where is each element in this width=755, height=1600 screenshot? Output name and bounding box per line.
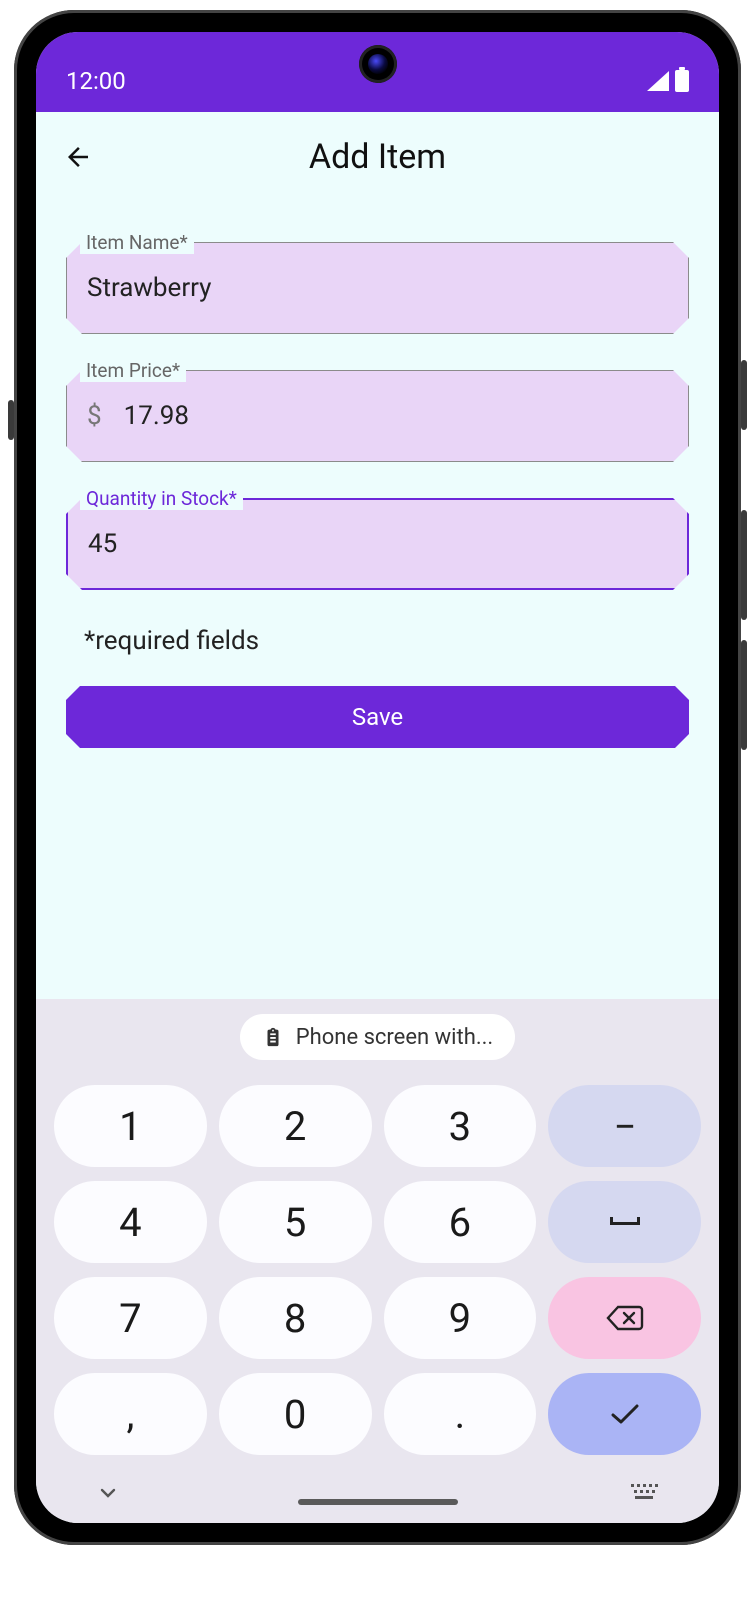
key-5[interactable]: 5: [219, 1181, 372, 1263]
key-6[interactable]: 6: [384, 1181, 537, 1263]
status-icons: [647, 70, 689, 92]
key-period[interactable]: .: [384, 1373, 537, 1455]
item-price-label: Item Price*: [80, 359, 186, 382]
key-8[interactable]: 8: [219, 1277, 372, 1359]
key-backspace[interactable]: [548, 1277, 701, 1359]
collapse-keyboard-icon[interactable]: [96, 1481, 120, 1505]
signal-icon: [647, 71, 669, 91]
item-name-input[interactable]: [87, 273, 668, 303]
space-icon: [608, 1211, 642, 1233]
volume-down-button: [741, 640, 747, 750]
app-bar: Add Item: [36, 112, 719, 202]
key-2[interactable]: 2: [219, 1085, 372, 1167]
key-0[interactable]: 0: [219, 1373, 372, 1455]
page-title: Add Item: [56, 137, 699, 177]
side-key: [8, 400, 14, 440]
item-name-field[interactable]: [66, 242, 689, 334]
item-price-field[interactable]: $: [66, 370, 689, 462]
quantity-field[interactable]: [66, 498, 689, 590]
numpad: 1 2 3 4 5 6 7 8 9: [36, 1075, 719, 1463]
quantity-field-wrap: Quantity in Stock*: [66, 498, 689, 590]
key-9[interactable]: 9: [384, 1277, 537, 1359]
key-comma[interactable]: ,: [54, 1373, 207, 1455]
key-7[interactable]: 7: [54, 1277, 207, 1359]
camera-notch: [359, 45, 397, 83]
item-price-input[interactable]: [124, 401, 668, 431]
key-space[interactable]: [548, 1181, 701, 1263]
key-enter[interactable]: [548, 1373, 701, 1455]
phone-frame: 12:00 Add Item Item Name*: [14, 10, 741, 1545]
key-3[interactable]: 3: [384, 1085, 537, 1167]
keyboard-switch-icon[interactable]: [629, 1482, 659, 1504]
quantity-label: Quantity in Stock*: [80, 487, 243, 510]
clipboard-icon: [262, 1024, 284, 1050]
backspace-icon: [606, 1304, 644, 1332]
item-price-field-wrap: Item Price* $: [66, 370, 689, 462]
battery-icon: [675, 70, 689, 92]
minus-icon: [611, 1112, 639, 1140]
item-name-field-wrap: Item Name*: [66, 242, 689, 334]
status-time: 12:00: [66, 67, 126, 95]
item-name-label: Item Name*: [80, 231, 194, 254]
key-minus[interactable]: [548, 1085, 701, 1167]
power-button: [741, 360, 747, 430]
currency-prefix: $: [87, 401, 102, 431]
keyboard-nav-row: [36, 1463, 719, 1523]
key-4[interactable]: 4: [54, 1181, 207, 1263]
home-handle[interactable]: [298, 1499, 458, 1505]
clipboard-suggestion[interactable]: Phone screen with...: [240, 1014, 515, 1060]
save-button[interactable]: Save: [66, 686, 689, 748]
add-item-form: Item Name* Item Price* $ Quantity in Sto…: [36, 202, 719, 999]
quantity-input[interactable]: [88, 529, 667, 559]
suggestion-text: Phone screen with...: [296, 1025, 493, 1050]
check-icon: [608, 1401, 642, 1427]
suggestion-bar: Phone screen with...: [36, 999, 719, 1075]
screen: 12:00 Add Item Item Name*: [36, 32, 719, 1523]
keyboard: Phone screen with... 1 2 3 4 5 6: [36, 999, 719, 1523]
key-1[interactable]: 1: [54, 1085, 207, 1167]
volume-up-button: [741, 510, 747, 620]
required-fields-note: *required fields: [84, 626, 689, 656]
